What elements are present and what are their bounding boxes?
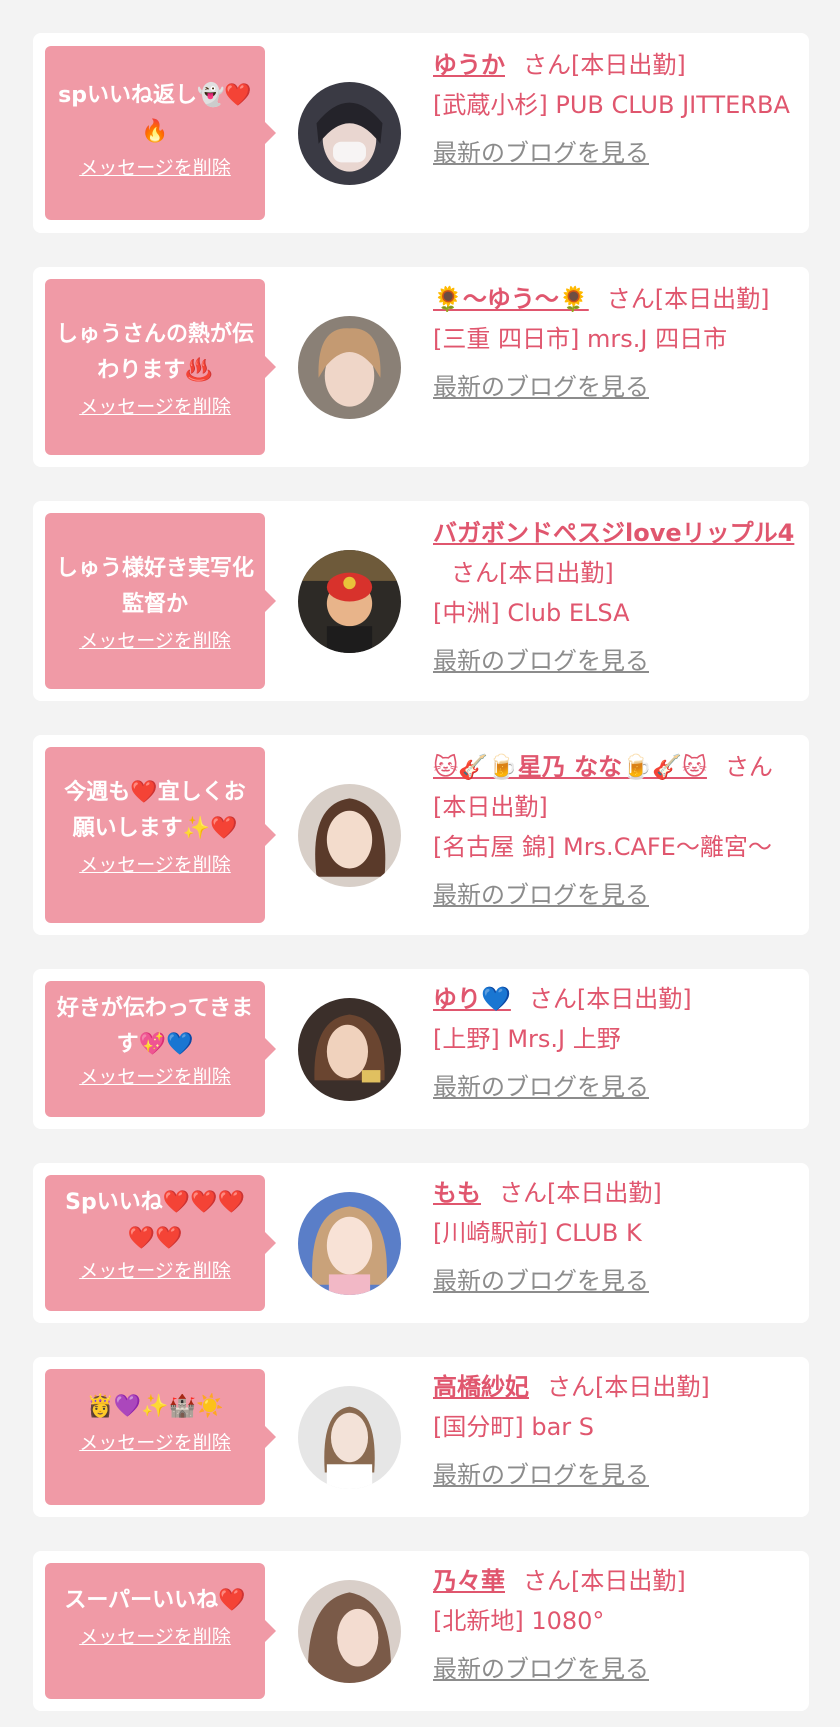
attendance-status: さん[本日出勤] xyxy=(523,1567,686,1595)
message-text: スーパーいいね❤️ xyxy=(64,1588,246,1613)
latest-blog-link[interactable]: 最新のブログを見る xyxy=(433,875,649,915)
avatar[interactable] xyxy=(298,1192,401,1295)
message-text: Spいいね❤️❤️❤️❤️❤️ xyxy=(65,1190,245,1251)
avatar[interactable] xyxy=(298,82,401,185)
message-card: 今週も❤️宜しくお願いします✨❤️ メッセージを削除 🐱🎸🍺星乃 なな🍺🎸🐱 さん… xyxy=(33,735,809,935)
cast-name-link[interactable]: 高橋紗妃 xyxy=(433,1373,529,1401)
message-bubble: しゅうさんの熱が伝わります♨️ メッセージを削除 xyxy=(45,279,276,455)
delete-message-link[interactable]: メッセージを削除 xyxy=(79,1431,231,1455)
shop-location: [三重 四日市] mrs.J 四日市 xyxy=(433,325,728,353)
latest-blog-link[interactable]: 最新のブログを見る xyxy=(433,133,649,173)
latest-blog-link[interactable]: 最新のブログを見る xyxy=(433,1261,649,1301)
cast-name-link[interactable]: バガボンドペスジloveリップル4 xyxy=(433,519,794,547)
cast-name-link[interactable]: 🌻〜ゆう〜🌻 xyxy=(433,285,589,313)
avatar[interactable] xyxy=(298,550,401,653)
cast-info: 🐱🎸🍺星乃 なな🍺🎸🐱 さん[本日出勤] [名古屋 錦] Mrs.CAFE〜離宮〜… xyxy=(433,747,801,915)
message-text: 好きが伝わってきます💖💙 xyxy=(56,996,254,1057)
cast-name-link[interactable]: 🐱🎸🍺星乃 なな🍺🎸🐱 xyxy=(433,753,707,781)
message-card: しゅう様好き実写化 監督か メッセージを削除 バガボンドペスジloveリップル4… xyxy=(33,501,809,701)
message-card: 👸💜✨🏰☀️ メッセージを削除 高橋紗妃 さん[本日出勤] [国分町] bar S… xyxy=(33,1357,809,1517)
delete-message-link[interactable]: メッセージを削除 xyxy=(79,395,231,419)
message-text: spいいね返し👻❤️🔥 xyxy=(58,83,252,144)
delete-message-link[interactable]: メッセージを削除 xyxy=(79,1065,231,1089)
cast-name-link[interactable]: ゆうか xyxy=(433,51,505,79)
cast-info: もも さん[本日出勤] [川崎駅前] CLUB K 最新のブログを見る xyxy=(433,1173,801,1301)
message-card: しゅうさんの熱が伝わります♨️ メッセージを削除 🌻〜ゆう〜🌻 さん[本日出勤] … xyxy=(33,267,809,467)
cast-info: バガボンドペスジloveリップル4 さん[本日出勤] [中洲] Club ELSA… xyxy=(433,513,801,681)
shop-location: [川崎駅前] CLUB K xyxy=(433,1219,642,1247)
shop-location: [中洲] Club ELSA xyxy=(433,599,630,627)
shop-location: [名古屋 錦] Mrs.CAFE〜離宮〜 xyxy=(433,833,772,861)
message-text: 今週も❤️宜しくお願いします✨❤️ xyxy=(64,780,246,841)
attendance-status: さん[本日出勤] xyxy=(606,285,770,313)
message-text: しゅう様好き実写化 監督か xyxy=(55,556,277,617)
avatar[interactable] xyxy=(298,316,401,419)
avatar[interactable] xyxy=(298,784,401,887)
cast-name-link[interactable]: 乃々華 xyxy=(433,1567,505,1595)
attendance-status: さん[本日出勤] xyxy=(547,1373,710,1401)
cast-info: 🌻〜ゆう〜🌻 さん[本日出勤] [三重 四日市] mrs.J 四日市 最新のブログ… xyxy=(433,279,801,407)
attendance-status: さん[本日出勤] xyxy=(451,559,614,587)
avatar[interactable] xyxy=(298,998,401,1101)
shop-location: [北新地] 1080° xyxy=(433,1607,605,1635)
latest-blog-link[interactable]: 最新のブログを見る xyxy=(433,367,649,407)
delete-message-link[interactable]: メッセージを削除 xyxy=(79,1625,231,1649)
attendance-status: さん[本日出勤] xyxy=(499,1179,662,1207)
delete-message-link[interactable]: メッセージを削除 xyxy=(79,156,231,180)
message-bubble: Spいいね❤️❤️❤️❤️❤️ メッセージを削除 xyxy=(45,1175,276,1311)
cast-info: ゆうか さん[本日出勤] [武蔵小杉] PUB CLUB JITTERBA 最新の… xyxy=(433,45,801,173)
delete-message-link[interactable]: メッセージを削除 xyxy=(79,1259,231,1283)
cast-name-link[interactable]: ゆり💙 xyxy=(433,985,511,1013)
message-bubble: スーパーいいね❤️ メッセージを削除 xyxy=(45,1563,276,1699)
message-bubble: 👸💜✨🏰☀️ メッセージを削除 xyxy=(45,1369,276,1505)
message-text: しゅうさんの熱が伝わります♨️ xyxy=(55,322,254,383)
message-bubble: しゅう様好き実写化 監督か メッセージを削除 xyxy=(45,513,277,689)
delete-message-link[interactable]: メッセージを削除 xyxy=(79,629,231,653)
shop-location: [国分町] bar S xyxy=(433,1413,595,1441)
message-card: Spいいね❤️❤️❤️❤️❤️ メッセージを削除 もも さん[本日出勤] [川崎駅… xyxy=(33,1163,809,1323)
latest-blog-link[interactable]: 最新のブログを見る xyxy=(433,1067,649,1107)
message-bubble: spいいね返し👻❤️🔥 メッセージを削除 xyxy=(45,46,276,220)
message-card: spいいね返し👻❤️🔥 メッセージを削除 ゆうか さん[本日出勤] [武蔵小杉] … xyxy=(33,33,809,233)
latest-blog-link[interactable]: 最新のブログを見る xyxy=(433,641,649,681)
latest-blog-link[interactable]: 最新のブログを見る xyxy=(433,1649,649,1689)
message-card: 好きが伝わってきます💖💙 メッセージを削除 ゆり💙 さん[本日出勤] [上野] M… xyxy=(33,969,809,1129)
message-bubble: 好きが伝わってきます💖💙 メッセージを削除 xyxy=(45,981,276,1117)
delete-message-link[interactable]: メッセージを削除 xyxy=(79,853,231,877)
cast-info: 高橋紗妃 さん[本日出勤] [国分町] bar S 最新のブログを見る xyxy=(433,1367,801,1495)
shop-location: [武蔵小杉] PUB CLUB JITTERBA xyxy=(433,91,790,119)
cast-name-link[interactable]: もも xyxy=(433,1179,481,1207)
cast-info: ゆり💙 さん[本日出勤] [上野] Mrs.J 上野 最新のブログを見る xyxy=(433,979,801,1107)
shop-location: [上野] Mrs.J 上野 xyxy=(433,1025,621,1053)
avatar[interactable] xyxy=(298,1386,401,1489)
latest-blog-link[interactable]: 最新のブログを見る xyxy=(433,1455,649,1495)
message-bubble: 今週も❤️宜しくお願いします✨❤️ メッセージを削除 xyxy=(45,747,276,923)
cast-info: 乃々華 さん[本日出勤] [北新地] 1080° 最新のブログを見る xyxy=(433,1561,801,1689)
message-text: 👸💜✨🏰☀️ xyxy=(86,1394,224,1419)
message-card: スーパーいいね❤️ メッセージを削除 乃々華 さん[本日出勤] [北新地] 108… xyxy=(33,1551,809,1711)
attendance-status: さん[本日出勤] xyxy=(523,51,686,79)
avatar[interactable] xyxy=(298,1580,401,1683)
attendance-status: さん[本日出勤] xyxy=(528,985,692,1013)
